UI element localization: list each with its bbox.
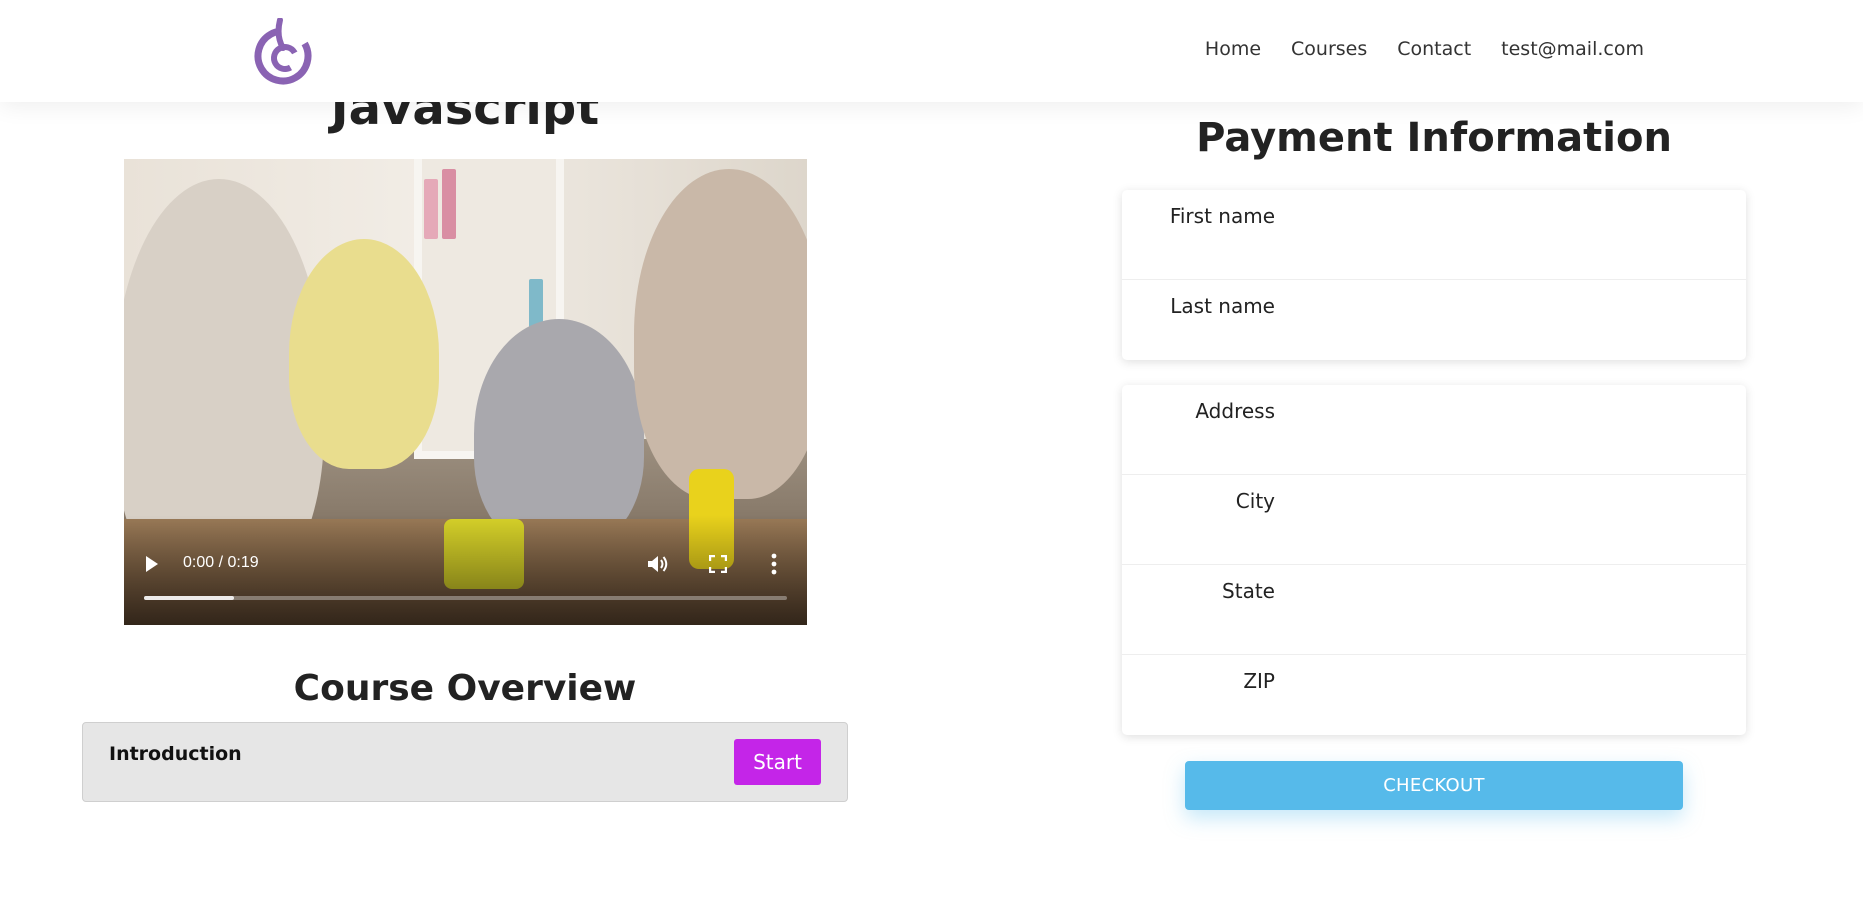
address-label: Address	[1195, 399, 1275, 423]
last-name-field[interactable]	[1290, 290, 1720, 326]
state-field[interactable]	[1290, 575, 1720, 611]
video-frame-detail	[442, 169, 456, 239]
nav-home-link[interactable]: Home	[1205, 38, 1261, 60]
zip-label: ZIP	[1243, 669, 1275, 693]
video-frame-detail	[634, 169, 807, 499]
video-frame-detail	[424, 179, 438, 239]
payment-information-title: Payment Information	[1196, 115, 1672, 161]
zip-row: ZIP	[1122, 655, 1746, 745]
site-header: Home Courses Contact test@mail.com	[0, 0, 1863, 102]
state-row: State	[1122, 565, 1746, 655]
start-lesson-button[interactable]: Start	[734, 739, 821, 785]
name-card: First name Last name	[1122, 190, 1746, 360]
volume-icon[interactable]	[647, 554, 669, 574]
play-icon[interactable]	[146, 556, 158, 572]
more-options-icon[interactable]	[771, 553, 777, 575]
city-label: City	[1235, 489, 1275, 513]
first-name-field[interactable]	[1290, 200, 1720, 236]
fullscreen-icon[interactable]	[709, 555, 727, 573]
address-field[interactable]	[1290, 395, 1720, 431]
video-frame-detail	[289, 239, 439, 469]
address-row: Address	[1122, 385, 1746, 475]
video-time: 0:00 / 0:19	[183, 554, 259, 571]
lesson-name: Introduction	[109, 743, 242, 765]
city-field[interactable]	[1290, 485, 1720, 521]
zip-field[interactable]	[1290, 665, 1720, 701]
first-name-label: First name	[1169, 204, 1275, 228]
first-name-row: First name	[1122, 190, 1746, 280]
course-overview-title: Course Overview	[293, 668, 637, 709]
checkout-button[interactable]: CHECKOUT	[1185, 761, 1683, 810]
video-progress-bar[interactable]	[144, 596, 787, 600]
video-buffered-bar	[144, 596, 235, 600]
course-video-player[interactable]: 0:00 / 0:19	[124, 159, 807, 625]
last-name-row: Last name	[1122, 280, 1746, 370]
address-card: Address City State ZIP	[1122, 385, 1746, 735]
nav-account-link[interactable]: test@mail.com	[1501, 38, 1644, 60]
last-name-label: Last name	[1170, 294, 1275, 318]
nav-contact-link[interactable]: Contact	[1397, 38, 1471, 60]
nav-courses-link[interactable]: Courses	[1291, 38, 1367, 60]
city-row: City	[1122, 475, 1746, 565]
brand-logo-icon[interactable]	[254, 18, 312, 86]
main-nav: Home Courses Contact test@mail.com	[1205, 38, 1644, 60]
lesson-card: Introduction Start	[82, 722, 848, 802]
state-label: State	[1222, 579, 1275, 603]
